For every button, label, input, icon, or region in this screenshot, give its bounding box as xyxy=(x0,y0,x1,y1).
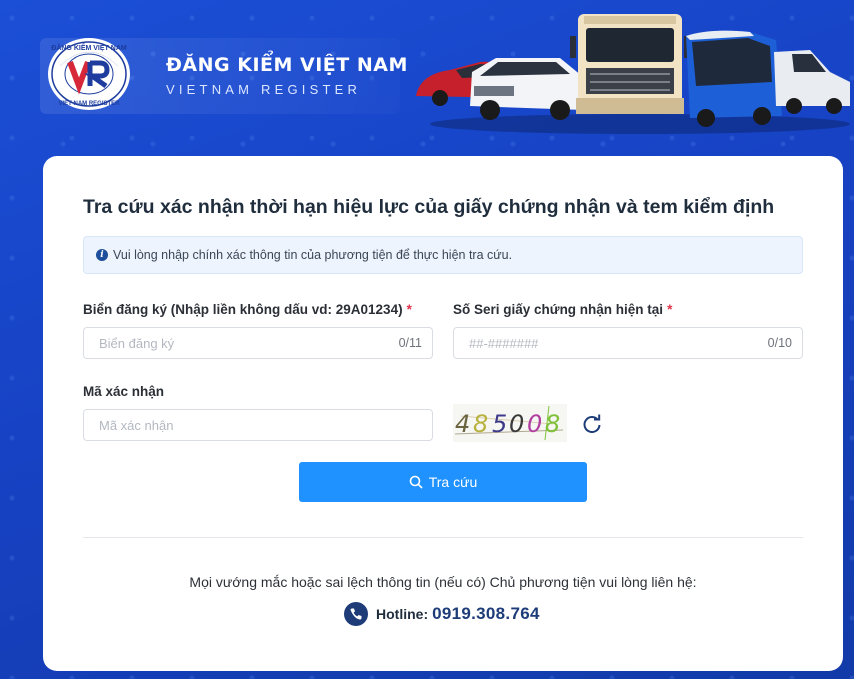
serial-label: Số Seri giấy chứng nhận hiện tại * xyxy=(453,302,672,317)
alert-text: Vui lòng nhập chính xác thông tin của ph… xyxy=(113,248,513,262)
captcha-label: Mã xác nhận xyxy=(83,384,165,399)
plate-input[interactable]: Biển đăng ký 0/11 xyxy=(83,327,433,359)
search-button[interactable]: Tra cứu xyxy=(299,462,587,502)
hotline-label: Hotline: xyxy=(376,606,429,622)
serial-label-text: Số Seri giấy chứng nhận hiện tại xyxy=(453,302,664,317)
brand-subtitle: VIETNAM REGISTER xyxy=(166,82,362,97)
hotline: Hotline: 0919.308.764 xyxy=(344,602,540,626)
divider xyxy=(83,537,803,538)
svg-text:8: 8 xyxy=(473,410,488,438)
required-mark: * xyxy=(667,302,673,317)
info-icon: i xyxy=(96,249,108,261)
contact-note: Mọi vướng mắc hoặc sai lệch thông tin (n… xyxy=(189,574,697,590)
plate-char-counter: 0/11 xyxy=(398,336,422,350)
page-title: Tra cứu xác nhận thời hạn hiệu lực của g… xyxy=(83,196,775,218)
svg-text:0: 0 xyxy=(527,410,542,438)
svg-text:4: 4 xyxy=(455,410,470,438)
svg-text:5: 5 xyxy=(492,410,507,438)
info-alert: i Vui lòng nhập chính xác thông tin của … xyxy=(83,236,803,274)
search-icon xyxy=(409,475,423,489)
hotline-number[interactable]: 0919.308.764 xyxy=(432,604,540,624)
plate-label-text: Biển đăng ký (Nhập liền không dấu vd: 29… xyxy=(83,302,403,317)
vehicles-illustration xyxy=(416,14,850,134)
plate-label: Biển đăng ký (Nhập liền không dấu vd: 29… xyxy=(83,302,412,317)
phone-icon xyxy=(344,602,368,626)
required-mark: * xyxy=(406,302,412,317)
vietnam-register-logo: ĐĂNG KIỂM VIỆT NAM VIET NAM REGISTER xyxy=(48,38,130,110)
refresh-icon[interactable] xyxy=(581,413,603,435)
search-button-label: Tra cứu xyxy=(428,474,478,490)
serial-input[interactable]: ##-####### 0/10 xyxy=(453,327,803,359)
svg-text:VIET NAM REGISTER: VIET NAM REGISTER xyxy=(58,101,120,107)
svg-text:0: 0 xyxy=(509,410,524,438)
lookup-card: Tra cứu xác nhận thời hạn hiệu lực của g… xyxy=(43,156,843,671)
svg-text:ĐĂNG KIỂM VIỆT NAM: ĐĂNG KIỂM VIỆT NAM xyxy=(51,43,127,52)
serial-input-placeholder: ##-####### xyxy=(469,335,539,351)
captcha-image: 4 8 5 0 0 8 xyxy=(453,404,567,442)
captcha-input[interactable]: Mã xác nhận xyxy=(83,409,433,441)
serial-char-counter: 0/10 xyxy=(767,336,792,350)
plate-input-placeholder: Biển đăng ký xyxy=(99,335,175,351)
captcha-input-placeholder: Mã xác nhận xyxy=(99,417,174,433)
header-banner: ĐĂNG KIỂM VIỆT NAM VIET NAM REGISTER ĐĂN… xyxy=(0,0,854,155)
brand-title: ĐĂNG KIỂM VIỆT NAM xyxy=(166,54,408,76)
